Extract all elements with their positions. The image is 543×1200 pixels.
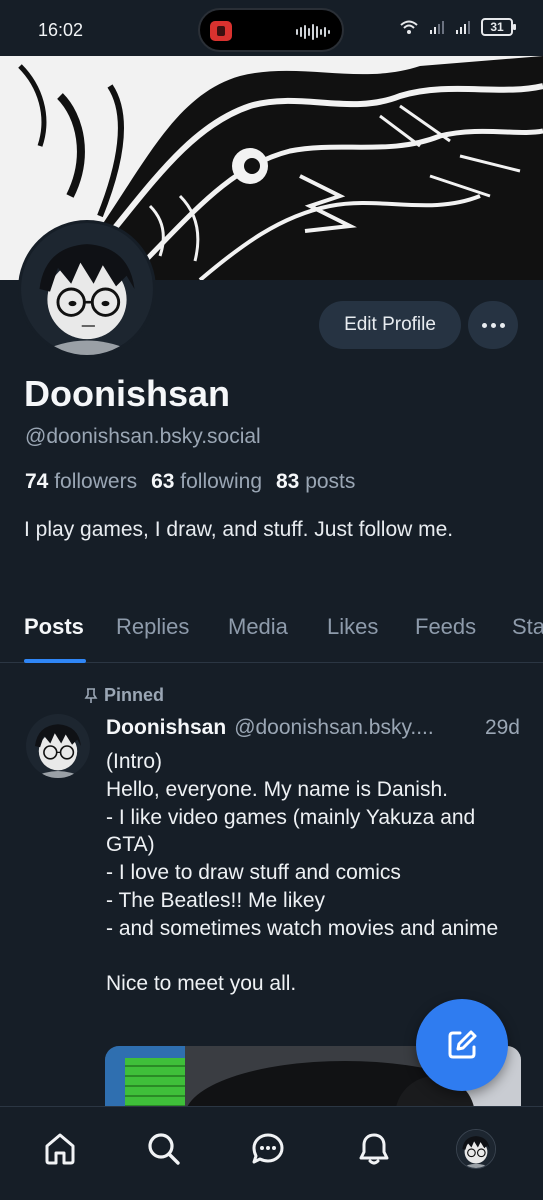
wifi-icon: [400, 20, 418, 34]
compose-icon: [448, 1030, 477, 1059]
home-icon: [45, 1133, 75, 1165]
status-icons: 31: [399, 18, 516, 36]
post-timestamp[interactable]: 29d: [485, 716, 520, 740]
more-icon: [481, 322, 487, 328]
search-icon: [148, 1133, 180, 1165]
tab-media[interactable]: Media: [228, 614, 288, 640]
profile-handle: @doonishsan.bsky.social: [25, 425, 261, 448]
more-options-button[interactable]: [468, 301, 518, 349]
active-tab-indicator: [24, 659, 86, 663]
post-handle[interactable]: @doonishsan.bsky....: [234, 716, 483, 740]
nav-chat[interactable]: [244, 1125, 292, 1173]
profile-avatar[interactable]: [18, 220, 156, 358]
status-time: 16:02: [38, 20, 84, 40]
pinned-indicator: Pinned: [84, 685, 164, 706]
notifications-icon: [359, 1133, 389, 1165]
profile-bio: I play games, I draw, and stuff. Just fo…: [24, 518, 454, 541]
avatar-illustration: [21, 223, 153, 355]
compose-button[interactable]: [416, 999, 508, 1091]
avatar-illustration: [26, 714, 90, 778]
post-header: Doonishsan @doonishsan.bsky.... 29d: [106, 716, 520, 740]
following-stat[interactable]: 63 following: [151, 470, 262, 494]
edit-profile-button[interactable]: Edit Profile: [319, 301, 461, 349]
signal-icon: [430, 21, 444, 34]
tab-feeds[interactable]: Feeds: [415, 614, 476, 640]
battery-icon: 31: [481, 18, 516, 36]
record-app-icon: [210, 21, 232, 41]
nav-home[interactable]: [36, 1125, 84, 1173]
dynamic-island[interactable]: [198, 8, 344, 52]
profile-avatar-icon: [456, 1129, 496, 1169]
pin-icon: [84, 687, 98, 703]
bottom-navigation: [0, 1106, 543, 1200]
posts-stat: 83 posts: [276, 470, 356, 493]
followers-stat[interactable]: 74 followers: [25, 470, 137, 494]
nav-profile[interactable]: [452, 1125, 500, 1173]
profile-tabs: Posts Replies Media Likes Feeds Starter …: [0, 596, 543, 663]
tab-starter-packs[interactable]: Starter Packs: [512, 614, 543, 640]
tab-replies[interactable]: Replies: [116, 614, 189, 640]
audio-wave-icon: [296, 22, 330, 42]
tab-likes[interactable]: Likes: [327, 614, 378, 640]
post-author[interactable]: Doonishsan: [106, 716, 226, 740]
post-text: (Intro) Hello, everyone. My name is Dani…: [106, 750, 499, 996]
signal-icon: [456, 21, 470, 34]
chat-icon: [252, 1133, 284, 1164]
status-bar: 16:02 31: [0, 0, 543, 56]
tab-posts[interactable]: Posts: [24, 614, 84, 640]
nav-notifications[interactable]: [350, 1125, 398, 1173]
post-avatar[interactable]: [26, 714, 90, 778]
nav-search[interactable]: [140, 1125, 188, 1173]
profile-stats: 74 followers 63 following 83 posts: [25, 470, 355, 494]
display-name: Doonishsan: [24, 373, 231, 414]
pinned-label: Pinned: [104, 685, 165, 705]
